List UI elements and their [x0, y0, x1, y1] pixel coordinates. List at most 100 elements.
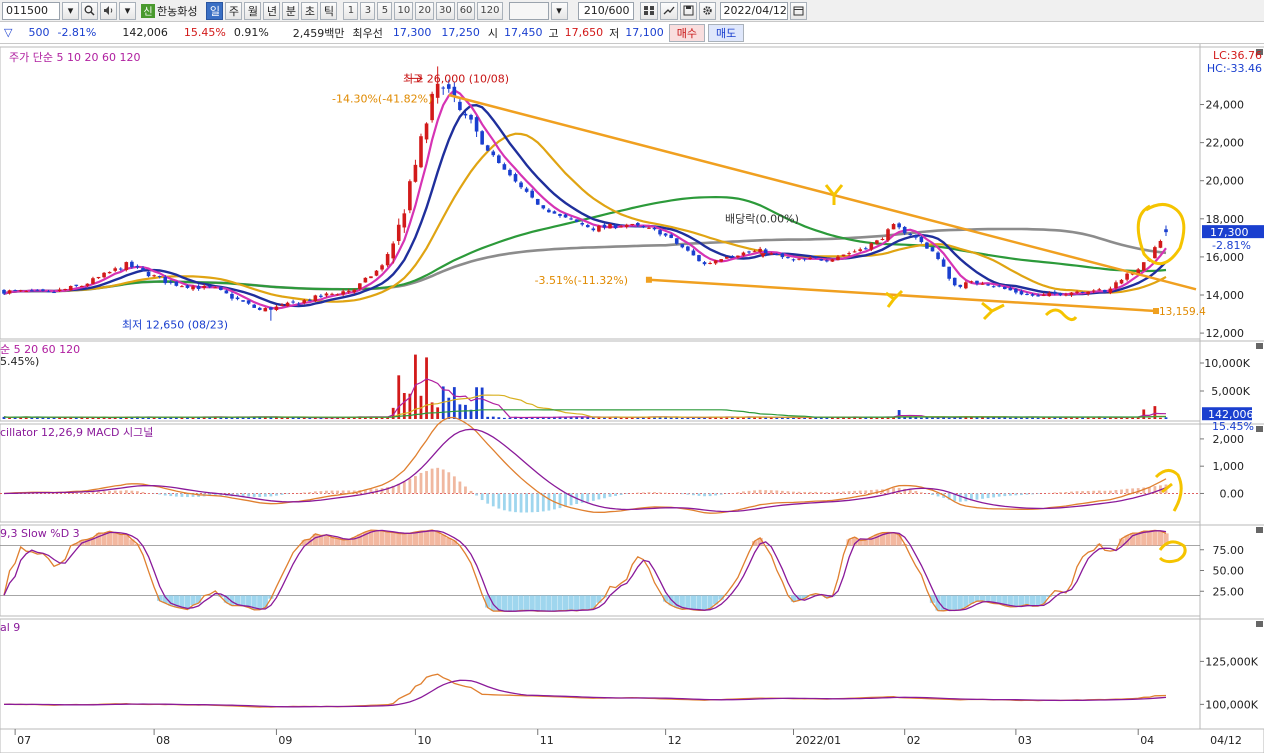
panel-max-icon[interactable] — [1256, 527, 1263, 533]
candle-body — [469, 114, 473, 120]
macd-histogram-bar — [797, 491, 801, 494]
candle-body — [241, 300, 245, 302]
candle-body — [280, 304, 284, 306]
candle-body — [441, 87, 446, 89]
custom-interval-input[interactable] — [508, 1, 549, 20]
volume-bar — [619, 417, 623, 419]
candle-body — [808, 257, 812, 259]
stoch-overbought-fill — [423, 530, 430, 546]
candle-body — [174, 281, 179, 286]
macd-histogram-bar — [441, 469, 445, 494]
volume-bar — [1159, 417, 1162, 419]
search-icon[interactable] — [81, 1, 98, 20]
panel-max-icon[interactable] — [1256, 426, 1263, 432]
obv-legend: al 9 — [0, 621, 20, 634]
buy-button[interactable]: 매수 — [668, 23, 706, 42]
stoch-oversold-fill — [501, 595, 507, 612]
volume-bar — [931, 417, 934, 419]
period-tab-week[interactable]: 주 — [225, 1, 243, 20]
candle-body — [975, 280, 979, 284]
speaker-icon[interactable] — [100, 1, 117, 20]
interval-30[interactable]: 30 — [435, 1, 455, 20]
macd-histogram-bar — [458, 481, 462, 494]
macd-histogram-bar — [614, 493, 617, 496]
macd-histogram-bar — [163, 493, 167, 496]
volume-bar — [508, 417, 512, 419]
macd-histogram-bar — [931, 493, 934, 495]
grid-icon[interactable] — [639, 1, 658, 20]
candle-body — [341, 291, 345, 295]
candle-body — [775, 254, 779, 256]
candle-body — [202, 285, 206, 288]
stock-chart[interactable]: 최고 26,000 (10/08) -14.30%(-41.82%) 최저 12,6… — [0, 44, 1264, 753]
candle-body — [2, 289, 6, 294]
save-icon[interactable] — [679, 1, 697, 20]
volume-bar — [1008, 417, 1012, 419]
speaker-dropdown-button[interactable]: ▾ — [119, 1, 136, 20]
candle-body — [902, 226, 907, 234]
candle-body — [402, 213, 407, 228]
period-tab-tick[interactable]: 틱 — [320, 1, 338, 20]
interval-10[interactable]: 10 — [394, 1, 414, 20]
stoch-overbought-fill — [385, 531, 391, 546]
low-price: 17,100 — [625, 26, 664, 39]
volume-bar — [464, 404, 467, 419]
high-label: 고 — [548, 26, 559, 40]
panel-max-icon[interactable] — [1256, 621, 1263, 627]
candle-body — [1080, 291, 1085, 293]
panel-frame-obv — [0, 618, 1201, 730]
custom-interval-dropdown[interactable]: ▾ — [550, 1, 568, 20]
date-input[interactable]: 2022/04/12 — [719, 1, 788, 20]
x-tick-label: 08 — [156, 734, 170, 747]
x-tick-label-last: 04/12 — [1210, 734, 1242, 747]
interval-1[interactable]: 1 — [343, 1, 359, 20]
interval-60[interactable]: 60 — [456, 1, 476, 20]
calendar-icon[interactable] — [789, 1, 807, 20]
candle-body — [391, 243, 395, 259]
macd-histogram-bar — [158, 493, 162, 495]
period-tab-minute[interactable]: 분 — [282, 1, 300, 20]
candle-body — [213, 287, 218, 289]
candle-body — [396, 224, 401, 242]
candle-body — [847, 253, 851, 255]
candle-body — [663, 233, 668, 236]
stock-name[interactable]: 신 한농화성 — [138, 2, 200, 20]
macd-histogram-bar — [436, 467, 440, 494]
settings-gear-icon[interactable] — [698, 1, 716, 20]
interval-120[interactable]: 120 — [477, 1, 503, 20]
macd-histogram-bar — [102, 491, 106, 494]
sell-button[interactable]: 매도 — [708, 23, 745, 42]
period-tab-year[interactable]: 년 — [263, 1, 281, 20]
panel-max-icon[interactable] — [1256, 343, 1263, 349]
code-dropdown-button[interactable]: ▾ — [62, 1, 79, 20]
crosshair-icon[interactable] — [659, 1, 678, 20]
candle-body — [113, 268, 117, 271]
period-tab-second[interactable]: 초 — [301, 1, 319, 20]
panel-frame-price — [0, 46, 1201, 340]
bar-count-input[interactable]: 210/600 — [577, 1, 634, 20]
candle-body — [485, 145, 490, 151]
candle-body — [74, 284, 79, 286]
stock-name-label: 한농화성 — [157, 4, 198, 18]
stoch-y-tick-label: 75.00 — [1213, 544, 1245, 557]
period-tab-month[interactable]: 월 — [244, 1, 262, 20]
stoch-legend: 9,3 Slow %D 3 — [0, 527, 80, 540]
candle-body — [102, 272, 106, 278]
volume-bar — [8, 417, 11, 419]
stoch-oversold-fill — [974, 595, 980, 602]
interval-3[interactable]: 3 — [360, 1, 376, 20]
stoch-overbought-fill — [1152, 530, 1158, 546]
stock-code-input[interactable]: 011500 — [2, 1, 60, 20]
interval-5[interactable]: 5 — [377, 1, 393, 20]
volume-bar — [947, 417, 951, 419]
candle-body — [7, 290, 12, 294]
macd-histogram-bar — [1086, 490, 1090, 494]
volume-bar — [452, 387, 456, 419]
candle-body — [914, 236, 918, 238]
interval-20[interactable]: 20 — [415, 1, 434, 20]
period-tab-day[interactable]: 일 — [206, 1, 224, 20]
candle-body — [619, 226, 623, 228]
macd-y-tick-label: 1,000 — [1213, 460, 1245, 473]
candle-body — [52, 292, 56, 294]
price-change: 500 — [28, 26, 50, 39]
